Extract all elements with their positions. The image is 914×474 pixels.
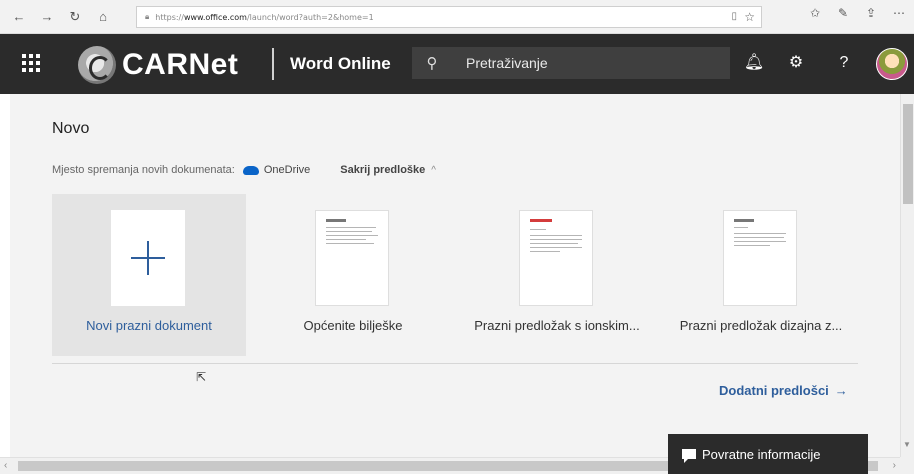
reading-view-icon[interactable]: ▯: [731, 11, 737, 22]
template-thumbnail: [723, 210, 797, 306]
app-name[interactable]: Word Online: [290, 54, 391, 74]
mouse-cursor-icon: ⇱: [196, 370, 207, 384]
scroll-right-icon[interactable]: ›: [893, 460, 896, 471]
lock-icon: 🔒︎: [145, 12, 150, 21]
onedrive-cloud-icon: [242, 165, 259, 175]
user-avatar[interactable]: [876, 48, 908, 80]
section-title: Novo: [52, 120, 90, 137]
template-label: Prazni predložak s ionskim...: [474, 318, 640, 333]
home-icon[interactable]: ⌂: [92, 6, 114, 28]
back-icon[interactable]: ←: [8, 6, 30, 28]
help-icon[interactable]: ?: [832, 51, 856, 75]
more-templates-label: Dodatni predlošci: [719, 383, 829, 398]
search-placeholder: Pretraživanje: [466, 55, 548, 71]
share-icon[interactable]: ⇪: [862, 6, 880, 20]
brand-name: CARNet: [122, 48, 239, 81]
chevron-up-icon: ^: [431, 165, 436, 176]
main-content: Novo Mjesto spremanja novih dokumenata: …: [10, 94, 900, 457]
template-tile-ion-design[interactable]: Prazni predložak s ionskim...: [460, 194, 654, 356]
app-header: CARNet Word Online ⚲ Pretraživanje 🔔︎ ⚙ …: [0, 34, 914, 94]
refresh-icon[interactable]: ↻: [64, 6, 86, 28]
url-path: /launch/word?auth=2&home=1: [246, 12, 374, 22]
favorite-star-icon[interactable]: ☆: [744, 10, 755, 24]
template-label: Prazni predložak dizajna z...: [679, 318, 843, 333]
template-label: Novi prazni dokument: [86, 318, 212, 333]
more-templates-link[interactable]: Dodatni predlošci →: [719, 383, 848, 398]
browser-toolbar: ← → ↻ ⌂ 🔒︎ https://www.office.com/launch…: [0, 0, 914, 34]
favorites-icon[interactable]: ✩: [806, 6, 824, 20]
url-domain: www.office.com: [183, 12, 247, 22]
template-thumbnail: [315, 210, 389, 306]
template-label: Općenite bilješke: [303, 318, 403, 333]
template-tile-blank-document[interactable]: Novi prazni dokument: [52, 194, 246, 356]
template-tile-design-z[interactable]: Prazni predložak dizajna z...: [664, 194, 858, 356]
chat-bubble-icon: [682, 449, 696, 463]
hide-templates-toggle[interactable]: Sakrij predloške ^: [340, 164, 436, 176]
arrow-right-icon: →: [834, 383, 848, 398]
header-divider: [272, 48, 274, 80]
vertical-scrollbar[interactable]: ▼: [900, 94, 914, 457]
scroll-down-icon[interactable]: ▼: [903, 440, 911, 449]
pen-icon[interactable]: ✎: [834, 6, 852, 20]
settings-gear-icon[interactable]: ⚙: [784, 51, 808, 75]
more-icon[interactable]: ⋯: [890, 6, 908, 20]
save-location-value[interactable]: OneDrive: [264, 164, 310, 176]
scrollbar-thumb[interactable]: [903, 104, 913, 204]
carnet-logo-icon: [78, 46, 116, 84]
feedback-label: Povratne informacije: [702, 446, 821, 462]
hide-templates-label: Sakrij predloške: [340, 164, 426, 176]
url-prefix: https://: [155, 12, 184, 22]
search-input[interactable]: ⚲ Pretraživanje: [412, 47, 730, 79]
scrollbar-corner: [900, 457, 914, 474]
blank-document-thumbnail: [111, 210, 185, 306]
template-thumbnail: [519, 210, 593, 306]
divider: [52, 363, 858, 364]
template-tile-general-notes[interactable]: Općenite bilješke: [256, 194, 450, 356]
scroll-left-icon[interactable]: ‹: [4, 460, 7, 471]
brand-logo[interactable]: CARNet: [78, 46, 238, 84]
notifications-bell-icon[interactable]: 🔔︎: [742, 51, 766, 75]
address-bar[interactable]: 🔒︎ https://www.office.com/launch/word?au…: [136, 6, 762, 28]
search-icon: ⚲: [426, 55, 438, 72]
save-location-label: Mjesto spremanja novih dokumenata:: [52, 164, 235, 176]
save-location-line: Mjesto spremanja novih dokumenata: OneDr…: [52, 164, 436, 176]
app-launcher-icon[interactable]: [22, 54, 40, 72]
feedback-button[interactable]: Povratne informacije: [668, 434, 868, 474]
forward-icon[interactable]: →: [36, 6, 58, 28]
